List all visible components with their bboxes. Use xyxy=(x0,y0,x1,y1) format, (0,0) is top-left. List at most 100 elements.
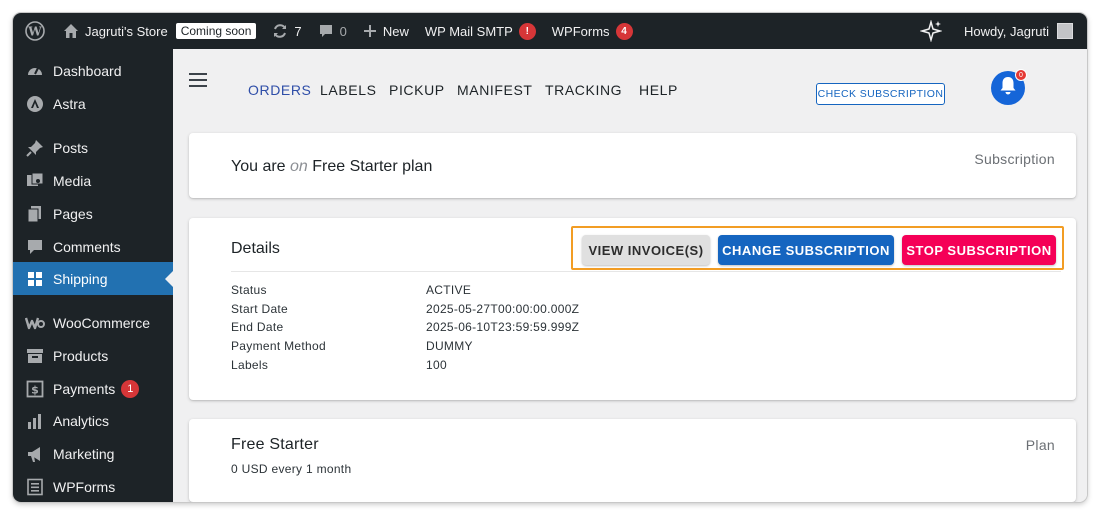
dollar-icon: $ xyxy=(25,379,45,399)
detail-value: 2025-05-27T00:00:00.000Z xyxy=(426,302,580,316)
tab-orders[interactable]: ORDERS xyxy=(248,82,312,98)
sidebar-item-woocommerce[interactable]: WooCommerce xyxy=(13,306,173,339)
admin-bar-right: Howdy, Jagruti xyxy=(912,13,1087,49)
detail-value: ACTIVE xyxy=(426,283,472,297)
plus-icon xyxy=(363,24,377,38)
new-content-link[interactable]: New xyxy=(355,13,417,49)
tab-tracking[interactable]: TRACKING xyxy=(545,82,622,98)
comment-bubble-icon xyxy=(318,23,334,39)
wp-mail-smtp-alert-badge: ! xyxy=(518,22,536,40)
main-content: ORDERS LABELS PICKUP MANIFEST TRACKING H… xyxy=(173,49,1087,502)
sidebar-item-label: Shipping xyxy=(53,270,108,287)
sidebar-item-dashboard[interactable]: Dashboard xyxy=(13,54,173,87)
avatar xyxy=(1057,23,1073,39)
details-divider xyxy=(231,271,1061,272)
bell-icon xyxy=(999,76,1017,101)
site-name-link[interactable]: Jagruti's Store Coming soon xyxy=(55,13,264,49)
notification-count-badge: 0 xyxy=(1015,69,1027,81)
sidebar-item-shipping[interactable]: Shipping xyxy=(13,262,173,295)
wp-mail-smtp-link[interactable]: WP Mail SMTP ! xyxy=(417,13,544,49)
wordpress-icon: W xyxy=(25,21,45,41)
sidebar-item-label: Analytics xyxy=(53,412,110,429)
current-plan-text: You are on Free Starter plan xyxy=(231,158,432,176)
payments-badge: 1 xyxy=(121,379,140,398)
new-label: New xyxy=(382,23,409,39)
subscription-label: Subscription xyxy=(974,151,1055,167)
sidebar-item-analytics[interactable]: Analytics xyxy=(13,404,173,437)
updates-link[interactable]: 7 xyxy=(264,13,309,49)
sidebar-item-astra[interactable]: Astra xyxy=(13,87,173,120)
media-icon xyxy=(25,171,45,191)
sparkle-icon xyxy=(919,20,942,42)
tab-pickup[interactable]: PICKUP xyxy=(389,82,445,98)
sidebar-item-payments[interactable]: $ Payments 1 xyxy=(13,372,173,405)
archive-icon xyxy=(25,346,45,366)
plan-title: Free Starter xyxy=(231,436,319,453)
bar-chart-icon xyxy=(25,411,45,431)
woo-icon xyxy=(25,313,45,333)
howdy-text: Howdy, Jagruti xyxy=(963,23,1049,39)
comments-link[interactable]: 0 xyxy=(310,13,355,49)
plan-on-word: on xyxy=(290,158,308,175)
wordpress-logo[interactable]: W xyxy=(13,13,55,49)
coming-soon-badge: Coming soon xyxy=(175,23,257,39)
sidebar-item-media[interactable]: Media xyxy=(13,164,173,197)
sidebar-item-pages[interactable]: Pages xyxy=(13,197,173,230)
svg-text:$: $ xyxy=(31,383,39,396)
tab-labels[interactable]: LABELS xyxy=(320,82,377,98)
plan-label: Plan xyxy=(1025,437,1055,453)
tab-help[interactable]: HELP xyxy=(639,82,678,98)
sidebar-item-label: Astra xyxy=(53,95,86,112)
sidebar-item-label: Comments xyxy=(53,238,121,255)
dashboard-icon xyxy=(25,61,45,81)
svg-text:W: W xyxy=(27,25,42,39)
grid-icon xyxy=(25,269,45,289)
site-name: Jagruti's Store xyxy=(85,23,168,39)
plan-prefix: You are xyxy=(231,158,286,175)
sidebar-item-label: Payments xyxy=(53,380,116,397)
sidebar-item-label: Posts xyxy=(53,139,89,156)
detail-value: DUMMY xyxy=(426,339,473,353)
tab-manifest[interactable]: MANIFEST xyxy=(457,82,533,98)
change-subscription-button[interactable]: CHANGE SUBSCRIPTION xyxy=(718,235,894,265)
sidebar-item-products[interactable]: Products xyxy=(13,339,173,372)
form-icon xyxy=(25,477,45,497)
details-card: Details VIEW INVOICE(S) CHANGE SUBSCRIPT… xyxy=(189,218,1076,400)
megaphone-icon xyxy=(25,444,45,464)
plan-name: Free Starter plan xyxy=(312,158,433,175)
sidebar-item-wpforms[interactable]: WPForms xyxy=(13,470,173,502)
detail-label: Status xyxy=(231,283,267,297)
detail-label: End Date xyxy=(231,320,284,334)
updates-count: 7 xyxy=(294,23,302,39)
sidebar-item-label: Dashboard xyxy=(53,62,122,79)
subscription-actions-group: VIEW INVOICE(S) CHANGE SUBSCRIPTION STOP… xyxy=(571,226,1064,270)
refresh-icon xyxy=(272,23,288,39)
detail-label: Labels xyxy=(231,358,269,372)
wpforms-label: WPForms xyxy=(551,23,610,39)
wpforms-link[interactable]: WPForms 4 xyxy=(544,13,641,49)
sidebar-item-label: WPForms xyxy=(53,478,116,495)
plan-card: Free Starter 0 USD every 1 month Plan xyxy=(189,419,1076,502)
view-invoices-button[interactable]: VIEW INVOICE(S) xyxy=(582,235,710,265)
browser-frame: W Jagruti's Store Coming soon 7 0 New WP… xyxy=(13,13,1087,502)
details-title: Details xyxy=(231,240,280,257)
stop-subscription-button[interactable]: STOP SUBSCRIPTION xyxy=(902,235,1056,265)
plan-price: 0 USD every 1 month xyxy=(231,462,352,476)
sidebar-item-comments[interactable]: Comments xyxy=(13,230,173,263)
admin-bar: W Jagruti's Store Coming soon 7 0 New WP… xyxy=(13,13,1087,49)
account-menu[interactable]: Howdy, Jagruti xyxy=(956,13,1087,49)
wpforms-count-badge: 4 xyxy=(615,22,633,40)
hamburger-menu-icon[interactable] xyxy=(189,73,207,87)
ai-sparkle-button[interactable] xyxy=(912,13,956,49)
wp-mail-smtp-label: WP Mail SMTP xyxy=(424,23,513,39)
check-subscription-button[interactable]: CHECK SUBSCRIPTION xyxy=(816,83,945,105)
detail-label: Payment Method xyxy=(231,339,326,353)
sidebar-item-label: Marketing xyxy=(53,445,115,462)
sidebar-item-marketing[interactable]: Marketing xyxy=(13,437,173,470)
detail-value: 100 xyxy=(426,358,447,372)
admin-sidebar: Dashboard Astra Posts Media Pages Commen… xyxy=(13,49,173,502)
sidebar-item-posts[interactable]: Posts xyxy=(13,131,173,164)
sidebar-item-label: WooCommerce xyxy=(53,314,150,331)
sidebar-item-label: Media xyxy=(53,172,92,189)
comments-count: 0 xyxy=(339,23,347,39)
